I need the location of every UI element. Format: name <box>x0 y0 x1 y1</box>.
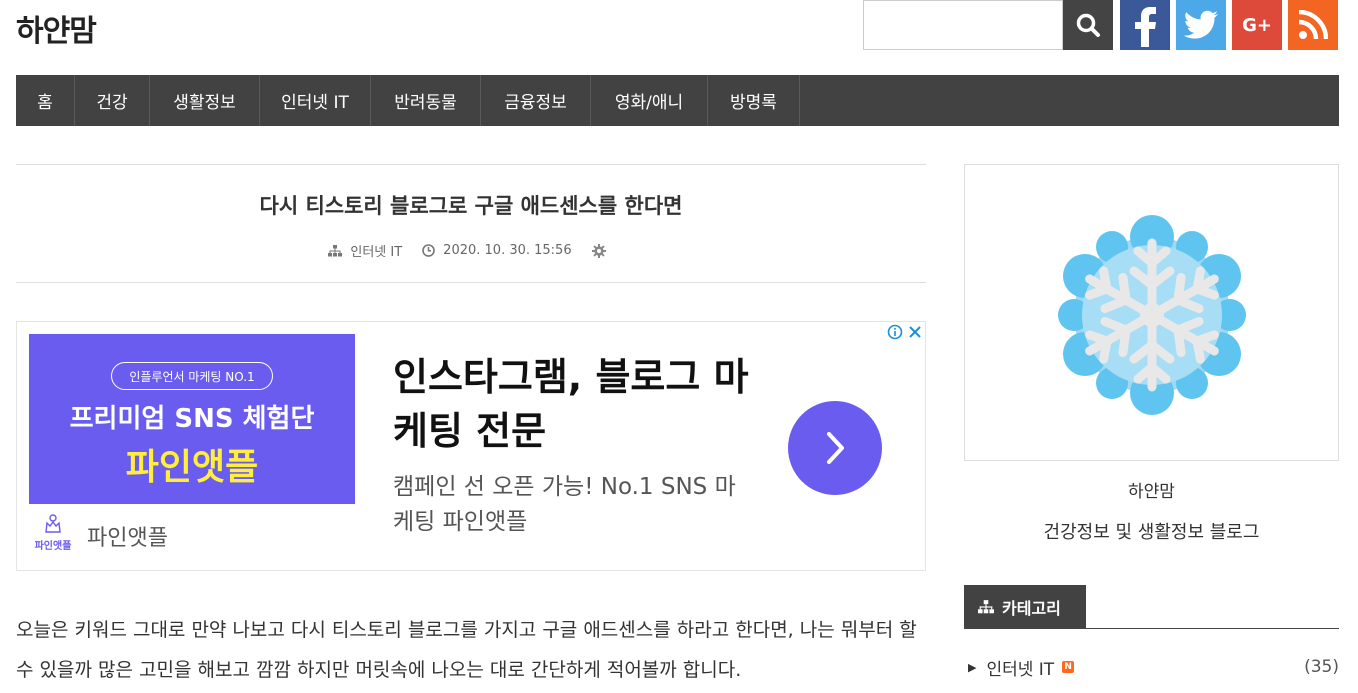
nav-item-home[interactable]: 홈 <box>16 75 75 126</box>
category-header: 카테고리 <box>964 585 1086 628</box>
post-date: 2020. 10. 30. 15:56 <box>422 243 572 258</box>
profile-name: 하얀맘 <box>1128 482 1175 502</box>
rss-icon <box>1298 10 1328 40</box>
ad-cta-button[interactable] <box>788 401 882 495</box>
ad-headline[interactable]: 인스타그램, 블로그 마케팅 전문 <box>393 350 753 458</box>
close-icon <box>909 326 921 338</box>
ad-image-line2: 파인앳플 <box>125 447 259 488</box>
new-badge: N <box>1062 661 1075 673</box>
nav-item-internet-it[interactable]: 인터넷 IT <box>260 75 371 126</box>
search-input[interactable] <box>863 0 1063 50</box>
ad-banner-image[interactable]: 인플루언서 마케팅 NO.1 프리미엄 SNS 체험단 파인앳플 <box>29 334 355 504</box>
nav-item-finance[interactable]: 금융정보 <box>481 75 591 126</box>
rss-button[interactable] <box>1288 0 1338 50</box>
post-category-label: 인터넷 IT <box>350 245 403 260</box>
category-header-label: 카테고리 <box>1002 598 1061 618</box>
ad-description[interactable]: 캠페인 선 오픈 가능! No.1 SNS 마케팅 파인앳플 <box>393 470 753 540</box>
search-icon <box>1076 13 1100 37</box>
chevron-right-icon <box>827 432 844 464</box>
post-body: 오늘은 키워드 그대로 만약 나보고 다시 티스토리 블로그를 가지고 구글 애… <box>16 619 917 681</box>
clock-icon <box>422 244 435 257</box>
ad-choices[interactable] <box>887 324 923 340</box>
advertisement[interactable]: 인플루언서 마케팅 NO.1 프리미엄 SNS 체험단 파인앳플 파인앳플 파인… <box>16 321 926 571</box>
ad-pill-label: 인플루언서 마케팅 NO.1 <box>111 362 273 390</box>
site-header: 하얀맘 G+ <box>0 0 1358 60</box>
post-meta: 인터넷 IT 2020. 10. 30. 15:56 <box>16 241 926 260</box>
main-nav: 홈 건강 생활정보 인터넷 IT 반려동물 금융정보 영화/애니 방명록 <box>16 75 1339 126</box>
post-title: 다시 티스토리 블로그로 구글 애드센스를 한다면 <box>259 194 683 218</box>
profile-card <box>964 164 1339 461</box>
post-settings[interactable] <box>591 243 614 258</box>
googleplus-button[interactable]: G+ <box>1232 0 1282 50</box>
ad-brand-logo: 파인앳플 <box>29 514 77 554</box>
nav-item-guestbook[interactable]: 방명록 <box>708 75 800 126</box>
googleplus-icon: G+ <box>1242 14 1272 36</box>
nav-item-living-info[interactable]: 생활정보 <box>150 75 260 126</box>
nav-item-pets[interactable]: 반려동물 <box>371 75 481 126</box>
site-logo[interactable]: 하얀맘 <box>16 6 97 50</box>
post-header: 다시 티스토리 블로그로 구글 애드센스를 한다면 인터넷 IT 2020. 1… <box>16 164 926 283</box>
post-category[interactable]: 인터넷 IT <box>328 241 402 260</box>
twitter-button[interactable] <box>1176 0 1226 50</box>
info-icon <box>887 324 903 340</box>
sitemap-icon <box>328 244 343 256</box>
caret-right-icon: ▶ <box>968 660 977 674</box>
search-button[interactable] <box>1063 0 1113 50</box>
post-date-label: 2020. 10. 30. 15:56 <box>443 243 572 258</box>
facebook-button[interactable] <box>1120 0 1170 50</box>
category-item[interactable]: ▶ 인터넷 IT N (35) <box>964 652 1339 682</box>
crown-icon <box>45 514 61 533</box>
category-item-label: 인터넷 IT <box>986 659 1055 680</box>
nav-item-movies-anime[interactable]: 영화/애니 <box>591 75 708 126</box>
gear-icon <box>591 243 606 258</box>
nav-item-health[interactable]: 건강 <box>75 75 150 126</box>
category-divider <box>964 628 1339 629</box>
twitter-icon <box>1183 10 1218 39</box>
ad-image-line1: 프리미엄 SNS 체험단 <box>69 404 315 434</box>
ad-brand-logo-text: 파인앳플 <box>34 541 72 552</box>
sitemap-icon <box>978 599 994 613</box>
category-item-count: (35) <box>1304 657 1339 677</box>
ad-brand-name[interactable]: 파인앳플 <box>87 520 168 552</box>
profile-description: 건강정보 및 생활정보 블로그 <box>1043 522 1260 543</box>
facebook-icon <box>1135 7 1156 47</box>
snowflake-profile-image <box>1058 215 1246 415</box>
